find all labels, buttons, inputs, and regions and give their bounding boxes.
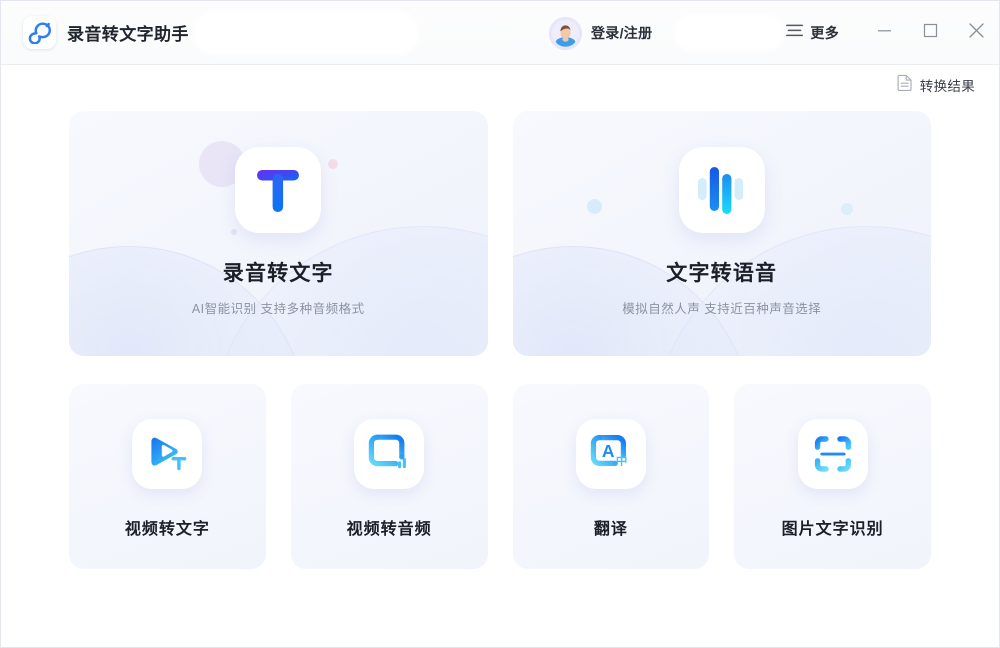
card-image-ocr[interactable]: 图片文字识别 (734, 384, 931, 569)
account-login-button[interactable]: 登录/注册 (549, 1, 652, 65)
card-title: 文字转语音 (666, 257, 777, 287)
maximize-icon (923, 23, 938, 43)
letter-t-icon (235, 147, 321, 233)
minimize-icon (877, 23, 892, 43)
card-audio-to-text[interactable]: 录音转文字 AI智能识别 支持多种音频格式 (69, 111, 488, 356)
maximize-button[interactable] (907, 1, 953, 65)
hamburger-menu-icon (786, 24, 803, 42)
hero-card-row: 录音转文字 AI智能识别 支持多种音频格式 (69, 111, 931, 356)
window-controls: 更多 (786, 1, 999, 65)
account-label: 登录/注册 (591, 23, 652, 43)
minimize-button[interactable] (861, 1, 907, 65)
app-logo-icon (23, 16, 56, 49)
video-to-text-icon (132, 419, 202, 489)
close-button[interactable] (953, 1, 999, 65)
card-title: 图片文字识别 (782, 515, 884, 539)
card-video-to-audio[interactable]: 视频转音频 (291, 384, 488, 569)
decor-dot (587, 199, 602, 214)
user-avatar-icon (549, 17, 582, 50)
close-icon (968, 22, 985, 44)
decor-dot (231, 229, 237, 235)
video-to-audio-icon (354, 419, 424, 489)
more-label: 更多 (810, 23, 839, 43)
card-title: 翻译 (594, 515, 628, 539)
feature-card-row: 视频转文字 (69, 384, 931, 569)
conversion-result-button[interactable]: 转换结果 (895, 71, 977, 99)
card-subtitle: 模拟自然人声 支持近百种声音选择 (622, 298, 821, 317)
brand: 录音转文字助手 (23, 16, 189, 49)
main-content: 录音转文字 AI智能识别 支持多种音频格式 (1, 105, 999, 647)
card-video-to-text[interactable]: 视频转文字 (69, 384, 266, 569)
app-title: 录音转文字助手 (67, 20, 189, 45)
decor-arc (651, 226, 931, 356)
card-title: 录音转文字 (223, 257, 334, 287)
blurred-region-right (673, 15, 785, 51)
svg-text:中: 中 (616, 453, 628, 467)
sound-wave-icon (679, 147, 765, 233)
decor-dot (328, 159, 338, 169)
card-subtitle: AI智能识别 支持多种音频格式 (192, 298, 365, 317)
card-text-to-speech[interactable]: 文字转语音 模拟自然人声 支持近百种声音选择 (513, 111, 932, 356)
ocr-scan-icon (798, 419, 868, 489)
app-window: 录音转文字助手 登录/注册 (0, 0, 1000, 648)
conversion-result-label: 转换结果 (920, 75, 975, 95)
title-bar: 录音转文字助手 登录/注册 (1, 1, 999, 65)
toolbar: 转换结果 (1, 65, 999, 105)
document-icon (897, 74, 913, 96)
svg-text:A: A (602, 441, 615, 461)
card-translate[interactable]: A 中 翻译 (513, 384, 710, 569)
card-title: 视频转音频 (347, 515, 432, 539)
more-button[interactable]: 更多 (786, 23, 839, 43)
translate-icon: A 中 (576, 419, 646, 489)
card-title: 视频转文字 (125, 515, 210, 539)
decor-dot (841, 203, 853, 215)
decor-arc (208, 226, 488, 356)
blurred-region-left (193, 11, 419, 55)
